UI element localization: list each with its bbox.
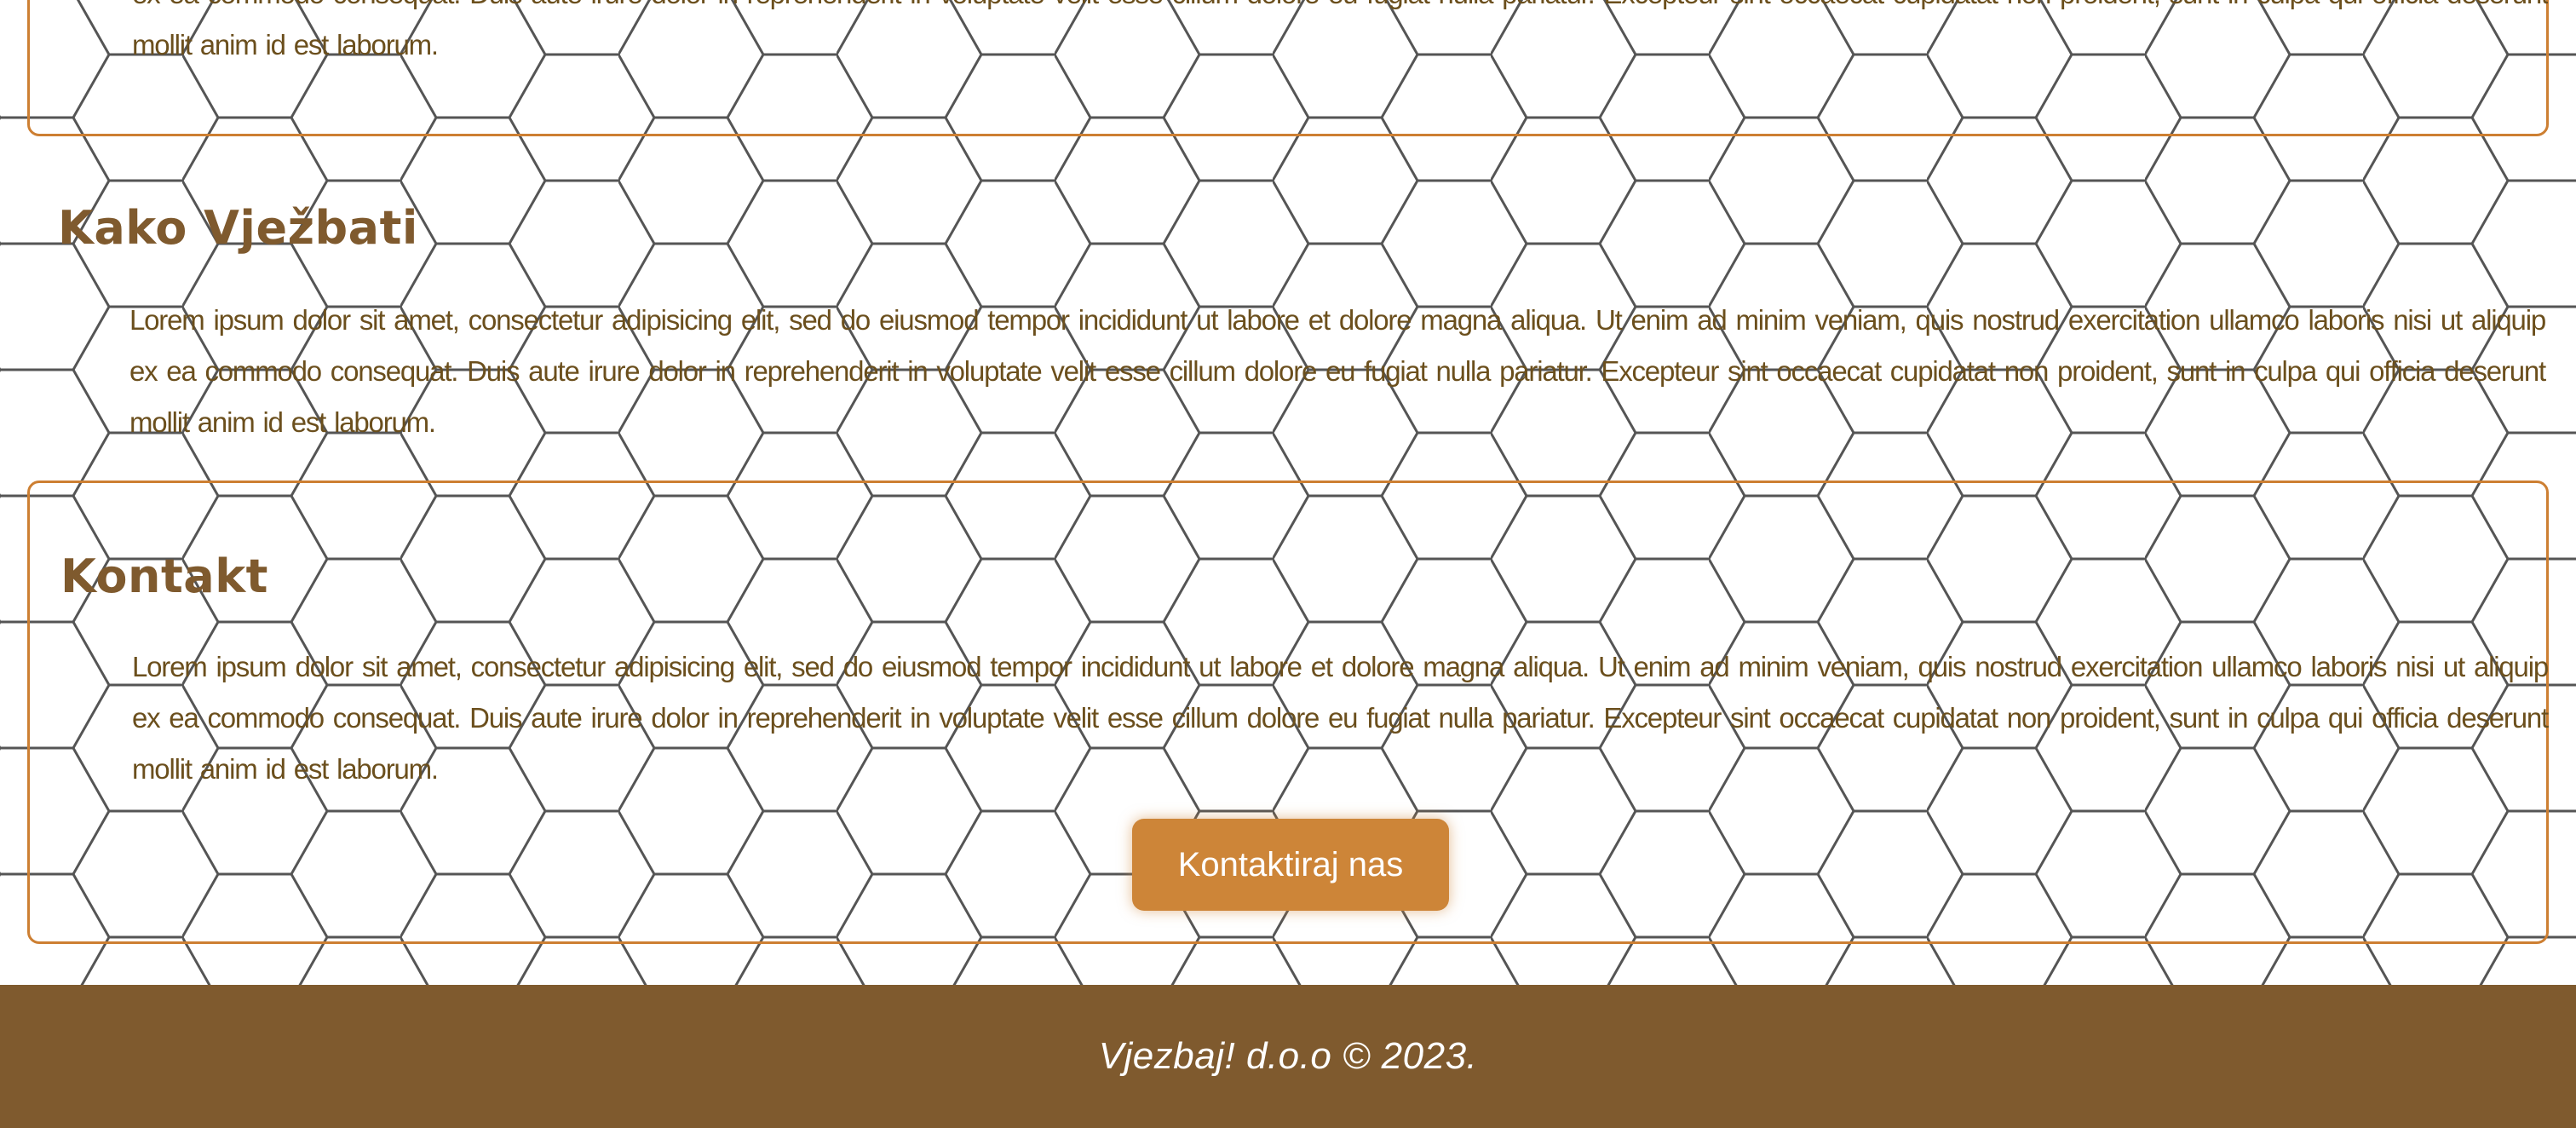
contact-section: Kontakt Lorem ipsum dolor sit amet, cons… [27,481,2549,944]
intro-section-text: Lorem ipsum dolor sit amet, consectetur … [132,0,2548,60]
how-to-exercise-text: Lorem ipsum dolor sit amet, consectetur … [129,304,2546,438]
intro-section-text-clip: Lorem ipsum dolor sit amet, consectetur … [132,0,2548,79]
footer: Vjezbaj! d.o.o © 2023. [0,985,2576,1128]
how-to-exercise-section: Kako Vježbati Lorem ipsum dolor sit amet… [27,170,2549,477]
intro-section: Lorem ipsum dolor sit amet, consectetur … [27,0,2549,136]
how-to-exercise-title: Kako Vježbati [58,201,418,255]
contact-title: Kontakt [60,550,268,603]
contact-text: Lorem ipsum dolor sit amet, consectetur … [132,651,2549,785]
footer-copyright: Vjezbaj! d.o.o © 2023. [1098,1035,1478,1077]
contact-us-button[interactable]: Kontaktiraj nas [1132,819,1449,911]
